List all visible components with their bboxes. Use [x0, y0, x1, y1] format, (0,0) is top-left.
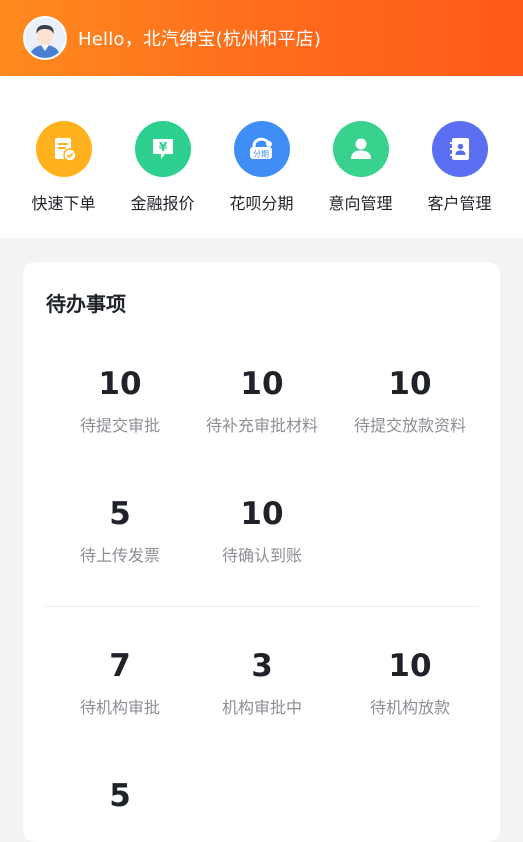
contacts-book-icon	[431, 121, 488, 177]
greeting-text: Hello，北汽绅宝(杭州和平店)	[78, 29, 322, 50]
todo-stat-institution-disbursement[interactable]: 10 待机构放款	[335, 648, 485, 718]
stat-label: 待机构放款	[369, 698, 450, 717]
todo-stat-pending-submit[interactable]: 10 待提交审批	[45, 366, 195, 436]
stat-label: 机构审批中	[221, 698, 302, 717]
stat-value: 5	[109, 778, 131, 814]
todo-stat-supplement-materials[interactable]: 10 待补充审批材料	[187, 366, 337, 436]
todo-card: 待办事项 10 待提交审批 10 待补充审批材料 10 待提交放款资料 5 待上…	[23, 262, 500, 842]
todo-stat-loan-documents[interactable]: 10 待提交放款资料	[335, 366, 485, 436]
todo-stat-partial[interactable]: 5	[45, 778, 195, 814]
todo-stat-under-review[interactable]: 3 机构审批中	[187, 648, 337, 718]
yuan-quote-icon: ¥	[134, 121, 191, 177]
installment-label: 花呗分期	[229, 194, 294, 213]
todo-stat-institution-review[interactable]: 7 待机构审批	[45, 648, 195, 718]
stat-label: 待机构审批	[79, 698, 160, 717]
finance-quote-label: 金融报价	[130, 194, 195, 213]
customer-management-label: 客户管理	[427, 194, 492, 213]
stat-label: 待上传发票	[79, 546, 160, 565]
order-doc-icon	[35, 121, 92, 177]
stat-value: 10	[98, 366, 142, 402]
stat-label: 待补充审批材料	[205, 416, 318, 435]
todo-stat-confirm-receipt[interactable]: 10 待确认到账	[187, 496, 337, 566]
stat-label: 待提交放款资料	[353, 416, 466, 435]
section-divider	[45, 606, 479, 607]
customer-management-button[interactable]: 客户管理	[410, 121, 509, 238]
installment-icon: 分期	[233, 121, 290, 177]
finance-quote-button[interactable]: ¥ 金融报价	[113, 121, 212, 238]
stat-label: 待提交审批	[79, 416, 160, 435]
user-avatar-icon	[25, 18, 65, 58]
stat-value: 3	[251, 648, 273, 684]
stat-value: 10	[240, 366, 284, 402]
header-bar: Hello，北汽绅宝(杭州和平店)	[0, 0, 523, 76]
quick-actions-bar: 快速下单 ¥ 金融报价 分期 花呗分期 意向管理 客户管理	[0, 76, 523, 238]
todo-stat-upload-invoice[interactable]: 5 待上传发票	[45, 496, 195, 566]
avatar[interactable]	[23, 16, 67, 60]
todo-title: 待办事项	[46, 292, 126, 316]
intention-management-label: 意向管理	[328, 194, 393, 213]
stat-value: 10	[240, 496, 284, 532]
stat-label: 待确认到账	[221, 546, 302, 565]
stat-value: 10	[388, 366, 432, 402]
installment-button[interactable]: 分期 花呗分期	[212, 121, 311, 238]
stat-value: 10	[388, 648, 432, 684]
intention-management-button[interactable]: 意向管理	[311, 121, 410, 238]
svg-text:分期: 分期	[253, 150, 269, 159]
svg-text:¥: ¥	[158, 140, 167, 154]
quick-order-button[interactable]: 快速下单	[14, 121, 113, 238]
person-icon	[332, 121, 389, 177]
quick-order-label: 快速下单	[31, 194, 96, 213]
stat-value: 7	[109, 648, 131, 684]
stat-value: 5	[109, 496, 131, 532]
